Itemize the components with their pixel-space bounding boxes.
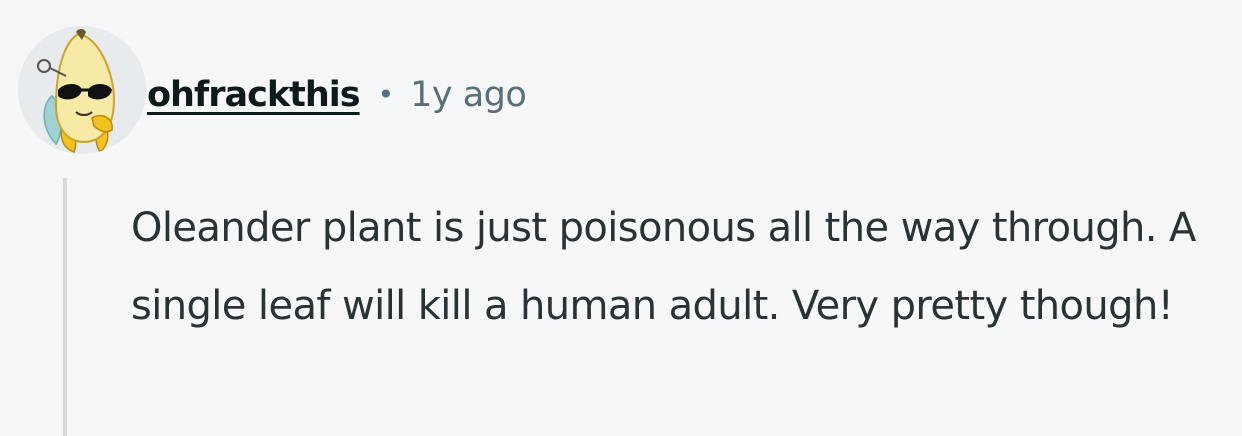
meta-separator: •	[377, 77, 395, 111]
username-link[interactable]: ohfrackthis	[147, 75, 361, 115]
banana-sunglasses-icon	[18, 26, 146, 154]
thread-collapse-line[interactable]	[63, 178, 67, 436]
comment-body: Oleander plant is just poisonous all the…	[131, 205, 1196, 329]
timestamp[interactable]: 1y ago	[410, 75, 527, 115]
comment-header: ohfrackthis • 1y ago	[147, 70, 527, 120]
comment: ohfrackthis • 1y ago Oleander plant is j…	[0, 0, 1242, 436]
avatar[interactable]	[18, 26, 146, 154]
